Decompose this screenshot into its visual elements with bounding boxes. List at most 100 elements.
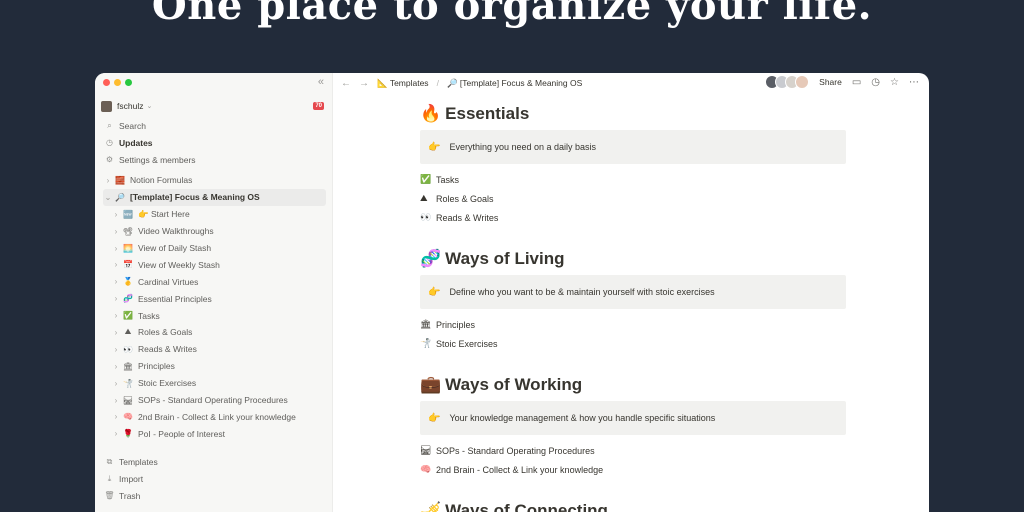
sidebar-page-item[interactable]: › 🧬 Essential Principles [103, 290, 326, 307]
chevron-right-icon[interactable]: › [111, 210, 121, 219]
page-emoji-icon: 🤺 [123, 378, 133, 388]
section: 🎺 Ways of Connecting [420, 498, 846, 512]
sidebar-page-item[interactable]: › 🏛 Principles [103, 358, 326, 375]
sidebar-page-item[interactable]: › 👀 Reads & Writes [103, 341, 326, 358]
page-link[interactable]: 👀 Reads & Writes [420, 208, 846, 227]
sidebar-item-import[interactable]: ⤓ Import [101, 470, 326, 487]
templates-icon: ⧉ [106, 456, 113, 466]
sidebar-item-templates[interactable]: ⧉ Templates [101, 453, 326, 470]
gear-icon: ⚙ [105, 155, 114, 164]
minimize-window-button[interactable] [114, 79, 121, 86]
app-window: « fschulz ⌄ 70 ⌕ Search ◷ Updates ⚙ Settings … [95, 73, 929, 512]
workspace-avatar [101, 100, 112, 112]
sidebar-page-item[interactable]: › ⛰ Roles & Goals [103, 324, 326, 341]
page-link[interactable]: 🏛 Principles [420, 315, 846, 334]
sidebar-page-item[interactable]: › 📅 View of Weekly Stash [103, 256, 326, 273]
sidebar-page-item[interactable]: ⌄ 🔎 [Template] Focus & Meaning OS [103, 188, 326, 206]
sidebar-item-label: Import [119, 473, 144, 484]
chevron-right-icon[interactable]: › [111, 294, 121, 303]
page-link[interactable]: ✅ Tasks [420, 170, 846, 189]
pointing-hand-icon: 👉 [428, 412, 441, 424]
workspace-name: fschulz [117, 101, 144, 111]
topbar: ← → 📐 Templates / 🔎 [Template] Focus & M… [333, 73, 929, 93]
sidebar-page-label: Notion Formulas [130, 175, 193, 186]
chevron-right-icon[interactable]: › [111, 227, 121, 236]
sidebar-page-item[interactable]: › 📽 Video Walkthroughs [103, 223, 326, 240]
chevron-right-icon[interactable]: › [111, 429, 121, 438]
breadcrumb-label: Templates [389, 77, 429, 88]
page-link[interactable]: ⛰ Roles & Goals [420, 189, 846, 208]
forward-arrow-icon[interactable]: → [359, 78, 369, 89]
callout-text: Your knowledge management & how you hand… [449, 413, 716, 423]
sidebar-item-settings[interactable]: ⚙ Settings & members [101, 151, 326, 168]
section: 🔥 Essentials 👉 Everything you need on a dai… [420, 101, 846, 227]
heading-text: Ways of Connecting [445, 501, 608, 512]
sidebar-page-label: 👉 Start Here [138, 208, 190, 219]
sidebar-page-item[interactable]: › 🌅 View of Daily Stash [103, 240, 326, 257]
maximize-window-button[interactable] [125, 79, 132, 86]
sidebar-page-label: View of Daily Stash [138, 243, 212, 253]
sidebar-item-updates[interactable]: ◷ Updates [101, 134, 326, 151]
sidebar-page-item[interactable]: › 🌹 PoI - People of Interest [103, 425, 326, 442]
more-options-icon[interactable]: ⋯ [909, 77, 919, 88]
page-emoji-icon: 🌅 [123, 243, 133, 253]
section-heading: 🔥 Essentials [420, 101, 846, 127]
back-arrow-icon[interactable]: ← [341, 78, 351, 89]
collaborator-avatars[interactable] [765, 75, 810, 89]
sidebar-page-item[interactable]: › 🤺 Stoic Exercises [103, 375, 326, 392]
sidebar-page-item[interactable]: › 🧱 Notion Formulas [103, 172, 326, 189]
chevron-right-icon[interactable]: › [111, 412, 121, 421]
sidebar-page-item[interactable]: › 🆕 👉 Start Here [103, 206, 326, 223]
chevron-right-icon[interactable]: › [111, 362, 121, 371]
page-link[interactable]: 🛤 SOPs - Standard Operating Procedures [420, 441, 846, 460]
chevron-right-icon[interactable]: › [111, 244, 121, 253]
page-link[interactable]: 🤺 Stoic Exercises [420, 334, 846, 353]
sidebar-item-search[interactable]: ⌕ Search [101, 117, 326, 134]
breadcrumb: 📐 Templates / 🔎 [Template] Focus & Meani… [377, 78, 582, 89]
chevron-right-icon[interactable]: › [111, 328, 121, 337]
chevron-right-icon[interactable]: › [111, 379, 121, 388]
star-icon[interactable]: ☆ [890, 77, 899, 88]
page-link[interactable]: 🧠 2nd Brain - Collect & Link your knowled… [420, 460, 846, 479]
sidebar-item-label: Settings & members [119, 154, 196, 165]
sidebar-page-item[interactable]: › 🛤 SOPs - Standard Operating Procedures [103, 392, 326, 409]
sidebar-page-label: Reads & Writes [138, 344, 197, 355]
callout: 👉 Everything you need on a daily basis [420, 130, 846, 164]
chevron-right-icon[interactable]: › [103, 176, 113, 185]
share-button[interactable]: Share [819, 77, 842, 87]
ruler-icon: 📐 [377, 77, 388, 88]
close-window-button[interactable] [103, 79, 110, 86]
pointing-hand-icon: 👉 [428, 286, 441, 298]
sidebar-page-item[interactable]: › ✅ Tasks [103, 307, 326, 324]
sidebar: « fschulz ⌄ 70 ⌕ Search ◷ Updates ⚙ Settings … [95, 73, 333, 512]
workspace-switcher[interactable]: fschulz ⌄ 70 [101, 99, 324, 113]
chevron-right-icon[interactable]: › [111, 345, 121, 354]
sidebar-page-item[interactable]: › 🧠 2nd Brain - Collect & Link your knowle… [103, 408, 326, 425]
chevron-right-icon[interactable]: › [111, 260, 121, 269]
page-link-label: 2nd Brain - Collect & Link your knowledg… [436, 464, 604, 475]
breadcrumb-templates[interactable]: 📐 Templates [377, 78, 429, 89]
collapse-sidebar-icon[interactable]: « [318, 76, 324, 88]
chevron-right-icon[interactable]: › [111, 396, 121, 405]
chevron-down-icon[interactable]: ⌄ [103, 193, 113, 202]
page-link-label: SOPs - Standard Operating Procedures [436, 445, 595, 456]
heading-emoji-icon: 🧬 [420, 249, 442, 268]
page-emoji-icon: 🔎 [115, 192, 125, 202]
section: 🧬 Ways of Living 👉 Define who you want to b… [420, 246, 846, 353]
sidebar-page-item[interactable]: › 🥇 Cardinal Virtues [103, 273, 326, 290]
page-emoji-icon: 🌹 [123, 429, 133, 439]
chevron-right-icon[interactable]: › [111, 277, 121, 286]
page-emoji-icon: 📅 [123, 260, 133, 270]
chevron-right-icon[interactable]: › [111, 311, 121, 320]
page-emoji-icon: ⛰ [420, 193, 428, 203]
page-emoji-icon: ⛰ [124, 327, 132, 337]
breadcrumb-current-page[interactable]: 🔎 [Template] Focus & Meaning OS [447, 78, 582, 89]
comment-icon[interactable]: ▭ [852, 77, 861, 88]
clock-icon: ◷ [106, 138, 113, 147]
page-emoji-icon: 🥇 [123, 277, 133, 287]
history-icon[interactable]: ◷ [871, 77, 880, 88]
sidebar-page-label: Video Walkthroughs [138, 226, 214, 237]
sidebar-page-label: Tasks [138, 310, 160, 321]
window-controls [103, 79, 132, 86]
sidebar-item-trash[interactable]: 🗑 Trash [101, 487, 326, 504]
